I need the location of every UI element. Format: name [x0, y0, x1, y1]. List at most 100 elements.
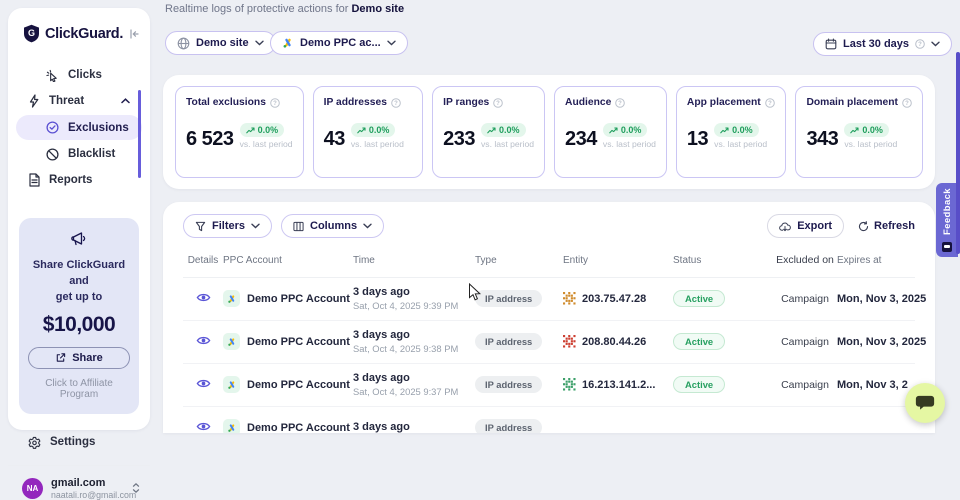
- user-email: naatali.ro@gmail.com: [51, 490, 124, 500]
- columns-button[interactable]: Columns: [281, 214, 384, 238]
- time-relative: 3 days ago: [353, 372, 475, 384]
- google-ads-icon: [223, 333, 240, 350]
- trend-up-icon: [609, 127, 618, 134]
- share-button[interactable]: Share: [28, 347, 130, 369]
- question-circle-icon[interactable]: ?: [902, 98, 912, 108]
- col-time: Time: [353, 255, 475, 266]
- filters-button[interactable]: Filters: [183, 214, 272, 238]
- eye-icon[interactable]: [196, 421, 211, 432]
- account-name: Demo PPC Account: [247, 336, 350, 348]
- svg-text:?: ?: [273, 101, 277, 107]
- sidebar-item-label: Threat: [49, 95, 84, 107]
- time-relative: 3 days ago: [353, 421, 475, 433]
- chevron-up-icon: [121, 98, 130, 104]
- sidebar-collapse-icon[interactable]: [128, 28, 140, 40]
- col-details: Details: [183, 255, 223, 266]
- table-row[interactable]: Demo PPC Account 3 days agoSat, Oct 4, 2…: [183, 321, 915, 364]
- chat-widget-button[interactable]: [905, 383, 945, 423]
- trend-up-icon: [357, 127, 366, 134]
- table-row[interactable]: Demo PPC Account 3 days ago IP address: [183, 407, 915, 433]
- sidebar-item-label: Clicks: [68, 69, 102, 81]
- delta-badge: 0.0%: [844, 123, 889, 137]
- table-row[interactable]: Demo PPC Account 3 days agoSat, Oct 4, 2…: [183, 364, 915, 407]
- ppc-account-filter-dropdown[interactable]: Demo PPC ac...: [270, 31, 408, 55]
- stat-card-domain-placement: Domain placement ? 343 0.0% vs. last per…: [795, 86, 923, 178]
- svg-text:?: ?: [918, 42, 922, 48]
- stats-panel: Total exclusions ? 6 523 0.0% vs. last p…: [163, 75, 935, 189]
- sidebar-item-reports[interactable]: Reports: [16, 168, 142, 192]
- stat-label: Audience: [565, 97, 611, 108]
- chevron-down-icon: [251, 220, 260, 232]
- export-button[interactable]: Export: [767, 214, 844, 238]
- cloud-download-icon: [779, 221, 791, 232]
- sidebar-item-label: Exclusions: [68, 122, 129, 134]
- table-row[interactable]: Demo PPC Account 3 days agoSat, Oct 4, 2…: [183, 278, 915, 321]
- stat-value: 43: [324, 130, 345, 149]
- col-excluded-on: Excluded on: [773, 254, 837, 267]
- google-ads-icon: [223, 419, 240, 433]
- logs-panel: Filters Columns Export Refresh Details P…: [163, 202, 935, 433]
- affiliate-caption[interactable]: Click to Affiliate Program: [27, 378, 131, 400]
- sidebar-item-clicks[interactable]: Clicks: [16, 63, 142, 87]
- settings-label: Settings: [50, 436, 95, 448]
- calendar-icon: [825, 38, 837, 50]
- trend-up-icon: [720, 127, 729, 134]
- sidebar-scrollbar-thumb[interactable]: [138, 90, 141, 178]
- time-absolute: Sat, Oct 4, 2025 9:37 PM: [353, 386, 475, 397]
- eye-icon[interactable]: [196, 335, 211, 346]
- question-circle-icon[interactable]: ?: [765, 98, 775, 108]
- stat-label: Domain placement: [806, 97, 898, 108]
- status-badge: Active: [673, 333, 725, 350]
- feedback-tab[interactable]: Feedback: [936, 183, 958, 257]
- promo-line1: Share ClickGuard and: [27, 258, 131, 290]
- time-relative: 3 days ago: [353, 329, 475, 341]
- stat-card-app-placement: App placement ? 13 0.0% vs. last period: [676, 86, 787, 178]
- question-circle-icon[interactable]: ?: [391, 98, 401, 108]
- identicon: [563, 378, 576, 391]
- stat-caption: vs. last period: [481, 139, 534, 149]
- excluded-on-value: Campaign: [773, 293, 837, 305]
- expires-at-value: Mon, Nov 3, 2025: [837, 293, 926, 305]
- eye-icon[interactable]: [196, 292, 211, 303]
- type-badge: IP address: [475, 376, 542, 393]
- stat-value: 233: [443, 130, 475, 149]
- chevron-up-down-icon: [132, 482, 140, 494]
- question-circle-icon[interactable]: ?: [615, 98, 625, 108]
- columns-button-label: Columns: [310, 220, 357, 232]
- clicks-icon: [46, 69, 59, 82]
- stat-value: 13: [687, 130, 708, 149]
- gear-icon: [28, 436, 41, 449]
- threat-icon: [28, 94, 40, 108]
- sidebar-item-settings[interactable]: Settings: [8, 436, 150, 449]
- time-absolute: Sat, Oct 4, 2025 9:39 PM: [353, 300, 475, 311]
- question-circle-icon[interactable]: ?: [493, 98, 503, 108]
- sidebar-item-exclusions[interactable]: Exclusions: [16, 115, 142, 140]
- page-scrollbar-thumb[interactable]: [956, 52, 960, 254]
- logs-toolbar: Filters Columns Export Refresh: [183, 214, 915, 238]
- time-relative: 3 days ago: [353, 286, 475, 298]
- sidebar-item-threat[interactable]: Threat: [16, 89, 142, 113]
- site-filter-dropdown[interactable]: Demo site: [165, 31, 276, 55]
- sidebar-item-label: Blacklist: [68, 148, 115, 160]
- account-switcher[interactable]: NA gmail.com naatali.ro@gmail.com: [8, 466, 150, 500]
- status-badge: Active: [673, 290, 725, 307]
- question-circle-icon[interactable]: ?: [270, 98, 280, 108]
- refresh-button-label: Refresh: [874, 220, 915, 232]
- trend-up-icon: [850, 127, 859, 134]
- col-account: PPC Account: [223, 255, 353, 266]
- external-link-icon: [55, 352, 66, 363]
- refresh-icon: [858, 221, 869, 232]
- sidebar-item-blacklist[interactable]: Blacklist: [16, 142, 142, 166]
- chevron-down-icon: [255, 40, 264, 46]
- eye-icon[interactable]: [196, 378, 211, 389]
- filters-button-label: Filters: [212, 220, 245, 232]
- chevron-down-icon: [387, 40, 396, 46]
- svg-text:?: ?: [394, 101, 398, 107]
- logo-row: G ClickGuard.: [8, 8, 150, 43]
- refresh-button[interactable]: Refresh: [858, 220, 915, 232]
- stat-label: Total exclusions: [186, 97, 266, 108]
- reports-icon: [28, 173, 40, 187]
- blacklist-icon: [46, 148, 59, 161]
- stat-card-ip-addresses: IP addresses ? 43 0.0% vs. last period: [313, 86, 424, 178]
- date-range-dropdown[interactable]: Last 30 days ?: [813, 32, 952, 56]
